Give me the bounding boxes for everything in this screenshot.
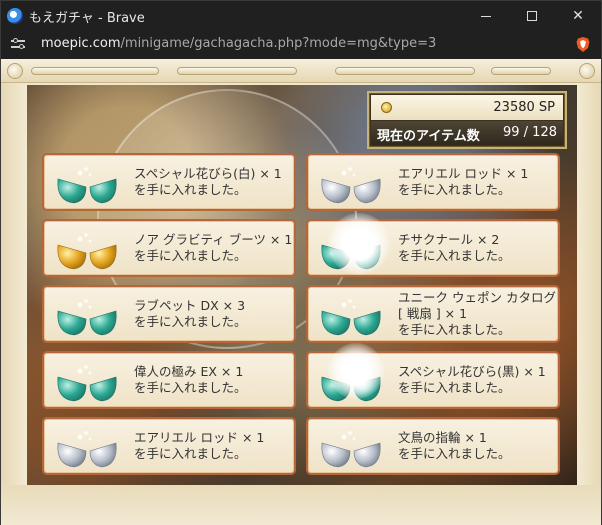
url-path: /minigame/gachagacha.php?mode=mg&type=3 bbox=[120, 36, 437, 51]
result-suffix: を手に入れました。 bbox=[398, 446, 511, 461]
result-suffix: を手に入れました。 bbox=[398, 380, 511, 395]
status-panel: 23580 SP 現在のアイテム数 99 / 128 bbox=[367, 91, 567, 149]
result-item-name: エアリエル ロッド × 1 bbox=[398, 166, 529, 181]
browser-window: もえガチャ - Brave ✕ moepic.com/minigame/gach… bbox=[0, 0, 602, 525]
result-text: チサクナール × 2 を手に入れました。 bbox=[398, 232, 558, 264]
capsule-egg-icon bbox=[54, 297, 120, 337]
result-item-name: 文鳥の指輪 × 1 bbox=[398, 430, 487, 445]
title-bar: もえガチャ - Brave ✕ bbox=[1, 1, 601, 31]
gacha-game-area: 23580 SP 現在のアイテム数 99 / 128 スペシャル花びら(白) ×… bbox=[27, 85, 577, 485]
result-suffix: を手に入れました。 bbox=[398, 322, 511, 337]
sp-value: 23580 SP bbox=[493, 100, 555, 115]
result-suffix: を手に入れました。 bbox=[398, 182, 511, 197]
maximize-icon bbox=[527, 11, 537, 21]
result-text: エアリエル ロッド × 1 を手に入れました。 bbox=[134, 430, 294, 462]
moepic-app-icon bbox=[7, 8, 23, 24]
coin-icon bbox=[381, 102, 392, 113]
result-item-name: 偉人の極み EX × 1 bbox=[134, 364, 244, 379]
capsule-egg-icon bbox=[318, 165, 384, 205]
result-item-name: ユニーク ウェポン カタログ [ 戦扇 ] × 1 bbox=[398, 290, 556, 321]
result-card: ユニーク ウェポン カタログ [ 戦扇 ] × 1 を手に入れました。 bbox=[306, 285, 560, 343]
close-icon: ✕ bbox=[572, 8, 584, 24]
url-host: moepic.com bbox=[41, 36, 121, 51]
capsule-egg-icon bbox=[54, 231, 120, 271]
result-suffix: を手に入れました。 bbox=[134, 182, 247, 197]
result-card: 偉人の極み EX × 1 を手に入れました。 bbox=[42, 351, 296, 409]
result-card: エアリエル ロッド × 1 を手に入れました。 bbox=[306, 153, 560, 211]
maximize-button[interactable] bbox=[509, 1, 555, 31]
frame-bottom bbox=[1, 485, 601, 525]
capsule-egg-icon bbox=[318, 429, 384, 469]
result-card: ノア グラビティ ブーツ × 1 を手に入れました。 bbox=[42, 219, 296, 277]
frame-right bbox=[577, 83, 601, 525]
capsule-egg-icon bbox=[318, 297, 384, 337]
result-card: チサクナール × 2 を手に入れました。 bbox=[306, 219, 560, 277]
result-card: 文鳥の指輪 × 1 を手に入れました。 bbox=[306, 417, 560, 475]
result-suffix: を手に入れました。 bbox=[134, 248, 247, 263]
result-text: エアリエル ロッド × 1 を手に入れました。 bbox=[398, 166, 558, 198]
minimize-icon bbox=[481, 15, 491, 17]
result-item-name: ラブペット DX × 3 bbox=[134, 298, 246, 313]
result-suffix: を手に入れました。 bbox=[398, 248, 511, 263]
result-text: 偉人の極み EX × 1 を手に入れました。 bbox=[134, 364, 294, 396]
frame-left bbox=[1, 83, 27, 525]
page-content: 23580 SP 現在のアイテム数 99 / 128 スペシャル花びら(白) ×… bbox=[1, 59, 601, 525]
result-item-name: スペシャル花びら(黒) × 1 bbox=[398, 364, 546, 379]
url-text[interactable]: moepic.com/minigame/gachagacha.php?mode=… bbox=[41, 36, 436, 51]
result-item-name: スペシャル花びら(白) × 1 bbox=[134, 166, 282, 181]
result-text: ラブペット DX × 3 を手に入れました。 bbox=[134, 298, 294, 330]
minimize-button[interactable] bbox=[463, 1, 509, 31]
capsule-egg-icon bbox=[318, 231, 384, 271]
result-card: エアリエル ロッド × 1 を手に入れました。 bbox=[42, 417, 296, 475]
result-text: スペシャル花びら(黒) × 1 を手に入れました。 bbox=[398, 364, 558, 396]
capsule-egg-icon bbox=[54, 165, 120, 205]
capsule-egg-icon bbox=[54, 363, 120, 403]
item-count-label: 現在のアイテム数 bbox=[377, 129, 480, 144]
result-card: スペシャル花びら(黒) × 1 を手に入れました。 bbox=[306, 351, 560, 409]
result-text: ノア グラビティ ブーツ × 1 を手に入れました。 bbox=[134, 232, 294, 264]
brave-shield-icon[interactable] bbox=[575, 36, 591, 53]
result-item-name: ノア グラビティ ブーツ × 1 bbox=[134, 232, 293, 247]
capsule-egg-icon bbox=[54, 429, 120, 469]
result-suffix: を手に入れました。 bbox=[134, 314, 247, 329]
capsule-egg-icon bbox=[318, 363, 384, 403]
address-bar[interactable]: moepic.com/minigame/gachagacha.php?mode=… bbox=[1, 31, 601, 59]
item-count-row: 現在のアイテム数 99 / 128 bbox=[371, 121, 563, 145]
result-card: スペシャル花びら(白) × 1 を手に入れました。 bbox=[42, 153, 296, 211]
result-text: 文鳥の指輪 × 1 を手に入れました。 bbox=[398, 430, 558, 462]
result-text: ユニーク ウェポン カタログ [ 戦扇 ] × 1 を手に入れました。 bbox=[398, 290, 558, 338]
result-item-name: エアリエル ロッド × 1 bbox=[134, 430, 265, 445]
site-info-icon[interactable] bbox=[11, 37, 25, 51]
result-text: スペシャル花びら(白) × 1 を手に入れました。 bbox=[134, 166, 294, 198]
sp-row: 23580 SP bbox=[371, 95, 563, 120]
result-item-name: チサクナール × 2 bbox=[398, 232, 500, 247]
result-suffix: を手に入れました。 bbox=[134, 446, 247, 461]
window-title: もえガチャ - Brave bbox=[29, 11, 145, 26]
close-button[interactable]: ✕ bbox=[555, 1, 601, 31]
frame-top bbox=[1, 59, 601, 83]
result-suffix: を手に入れました。 bbox=[134, 380, 247, 395]
item-count-value: 99 / 128 bbox=[503, 125, 557, 140]
result-card: ラブペット DX × 3 を手に入れました。 bbox=[42, 285, 296, 343]
